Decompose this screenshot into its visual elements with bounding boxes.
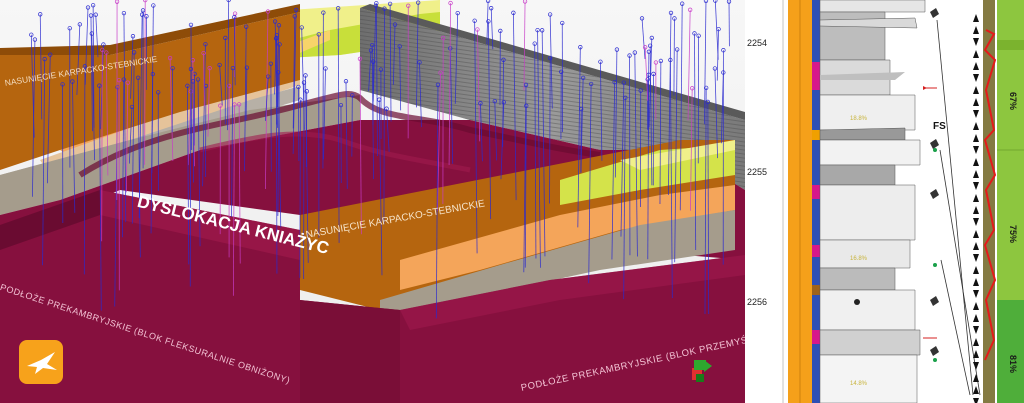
triangle-up-icon [973,266,979,274]
triangle-down-icon [973,362,979,370]
well-log-panel[interactable]: 18.8% 16.8% 14.8% 2254 2255 2256 67% 75%… [745,0,1024,403]
triangle-up-icon [973,314,979,322]
triangle-down-icon [973,290,979,298]
triangle-up-icon [973,158,979,166]
facies-column [812,0,820,403]
grain-size-column: 18.8% 16.8% 14.8% [819,0,930,403]
triangle-up-icon [973,134,979,142]
leaf-icon [930,189,939,199]
percentage-label-81: 81% [1008,355,1018,374]
leaf-icon [930,139,939,149]
triangle-up-icon [973,194,979,202]
leaf-icon [930,8,939,18]
triangle-up-icon [973,386,979,394]
depth-label-2254: 2254 [747,38,768,48]
percentage-label-75: 75% [1008,225,1018,244]
green-dot-icon [933,358,937,362]
depth-label-2256: 2256 [747,297,768,307]
triangle-down-icon [973,146,979,154]
green-dot-icon [933,263,937,267]
triangle-down-icon [973,38,979,46]
triangle-up-icon [973,26,979,34]
triangle-down-icon [973,74,979,82]
triangle-up-icon [973,122,979,130]
triangle-up-icon [973,230,979,238]
leaf-icon [930,296,939,306]
well-log-canvas: 18.8% 16.8% 14.8% [745,0,1024,403]
svg-text:18.8%: 18.8% [850,116,868,122]
triangle-up-icon [973,170,979,178]
triangle-up-icon [973,302,979,310]
triangle-up-icon [973,14,979,22]
triangle-down-icon [973,110,979,118]
triangle-up-icon [973,50,979,58]
geological-3d-model[interactable]: NASUNIĘCIE KARPACKO-STEBNICKIE DYSLOKACJ… [0,0,745,403]
fs-marker: FS [933,121,946,132]
triangle-down-icon [973,326,979,334]
depth-label-2255: 2255 [747,167,768,177]
triangle-up-icon [973,62,979,70]
green-dot-icon [933,148,937,152]
bird-icon [27,352,57,374]
triangle-up-icon [973,374,979,382]
percentage-label-67: 67% [1008,92,1018,111]
triangle-down-icon [973,254,979,262]
triangle-up-icon [973,206,979,214]
trend-arrows [936,19,981,396]
triangle-up-icon [973,242,979,250]
svg-text:16.8%: 16.8% [850,256,868,262]
percentage-column [997,0,1024,403]
triangle-down-icon [973,398,979,403]
triangle-down-icon [973,182,979,190]
curve-column [983,0,997,403]
well-trace [383,8,385,225]
triangle-up-icon [973,278,979,286]
triangle-up-icon [973,350,979,358]
triangle-down-icon [973,218,979,226]
app-logo[interactable] [19,340,63,384]
leaf-icon [930,346,939,356]
triangle-up-icon [973,86,979,94]
svg-text:14.8%: 14.8% [850,381,868,387]
triangle-column [973,14,979,403]
well-trace [673,18,675,96]
triangle-up-icon [973,98,979,106]
triangle-up-icon [973,338,979,346]
